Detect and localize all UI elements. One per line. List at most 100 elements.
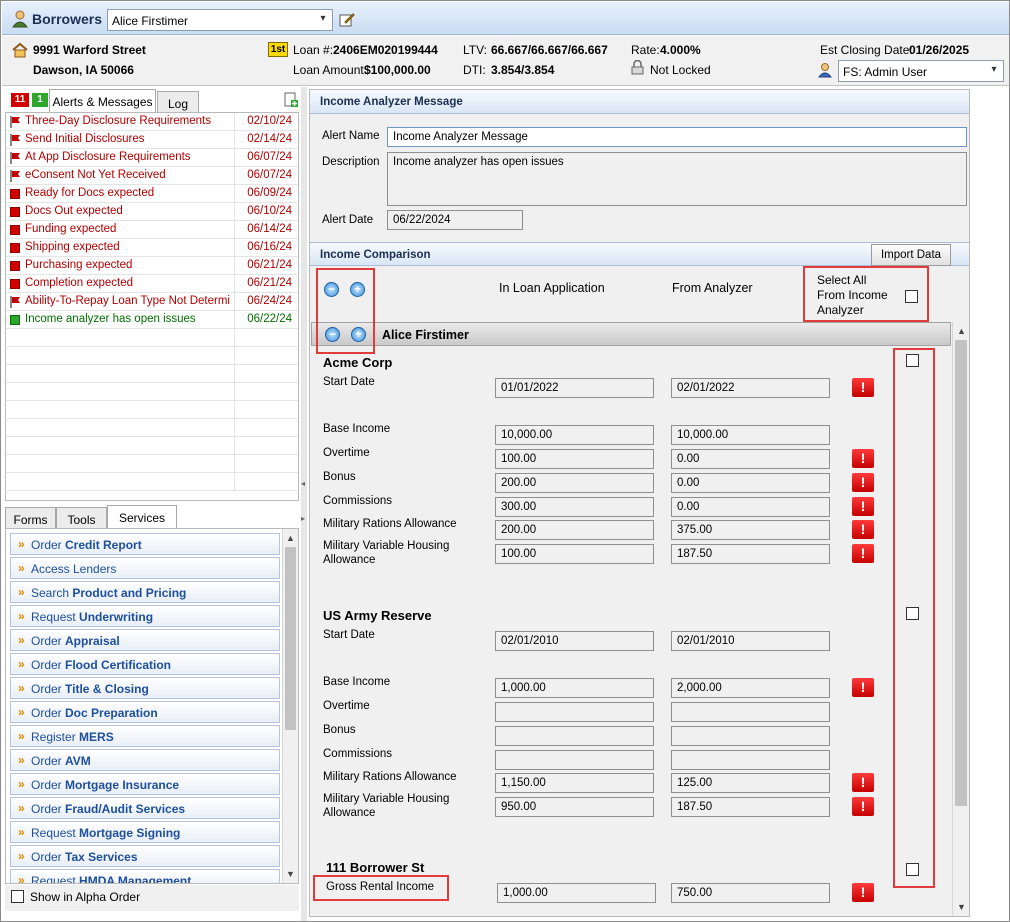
warning-icon[interactable]: ! [852,449,874,468]
warning-icon[interactable]: ! [852,883,874,902]
scroll-up-icon[interactable]: ▲ [957,326,966,336]
panel-splitter[interactable]: ◂ ▸ [301,87,307,921]
list-item[interactable]: Three-Day Disclosure Requirements 02/10/2… [6,113,298,131]
warning-icon[interactable]: ! [852,378,874,397]
alpha-order-checkbox[interactable] [11,890,24,903]
loan-app-field[interactable]: 200.00 [495,520,654,540]
service-mers-link[interactable]: » Register MERS [10,725,280,747]
collapse-arrow-icon[interactable]: ◂ [301,479,305,488]
list-item[interactable]: Docs Out expected 06/10/24 [6,203,298,221]
list-item[interactable]: Shipping expected 06/16/24 [6,239,298,257]
list-item[interactable]: Funding expected 06/14/24 [6,221,298,239]
tab-forms[interactable]: Forms [5,507,56,529]
import-data-button[interactable]: Import Data [871,244,951,266]
analyzer-field[interactable]: 0.00 [671,449,830,469]
analyzer-field[interactable]: 0.00 [671,473,830,493]
analyzer-field[interactable]: 187.50 [671,797,830,817]
double-chevron-icon: » [18,537,25,551]
tab-tools[interactable]: Tools [56,507,107,529]
loan-app-field[interactable]: 02/01/2010 [495,631,654,651]
loan-app-field[interactable] [495,702,654,722]
double-chevron-icon: » [18,705,25,719]
service-doc-preparation-link[interactable]: » Order Doc Preparation [10,701,280,723]
analyzer-field[interactable] [671,750,830,770]
list-item[interactable]: At App Disclosure Requirements 06/07/24 [6,149,298,167]
tab-services[interactable]: Services [107,505,177,529]
scrollbar-thumb[interactable] [955,340,967,806]
service-avm-link[interactable]: » Order AVM [10,749,280,771]
analyzer-field[interactable]: 10,000.00 [671,425,830,445]
scroll-down-icon[interactable]: ▼ [286,869,295,879]
service-tax-services-link[interactable]: » Order Tax Services [10,845,280,867]
loan-app-field[interactable]: 01/01/2022 [495,378,654,398]
warning-icon[interactable]: ! [852,473,874,492]
loan-app-field[interactable]: 1,000.00 [497,883,656,903]
add-document-icon[interactable] [284,92,298,108]
alert-name-field[interactable]: Income Analyzer Message [387,127,967,147]
list-item[interactable]: eConsent Not Yet Received 06/07/24 [6,167,298,185]
service-underwriting-link[interactable]: » Request Underwriting [10,605,280,627]
list-item[interactable]: Ready for Docs expected 06/09/24 [6,185,298,203]
service-title-closing-link[interactable]: » Order Title & Closing [10,677,280,699]
tab-alerts-messages[interactable]: Alerts & Messages [49,89,156,113]
service-hmda-management-link[interactable]: » Request HMDA Management [10,869,280,883]
warning-icon[interactable]: ! [852,497,874,516]
analyzer-field[interactable]: 02/01/2010 [671,631,830,651]
service-mortgage-insurance-link[interactable]: » Order Mortgage Insurance [10,773,280,795]
loan-app-field[interactable]: 950.00 [495,797,654,817]
loan-app-field[interactable]: 300.00 [495,497,654,517]
analyzer-field[interactable]: 02/01/2022 [671,378,830,398]
loan-app-field[interactable] [495,750,654,770]
loan-app-field[interactable]: 1,000.00 [495,678,654,698]
scrollbar-thumb[interactable] [285,547,296,730]
scroll-up-icon[interactable]: ▲ [286,533,295,543]
service-appraisal-link[interactable]: » Order Appraisal [10,629,280,651]
list-item[interactable]: Ability-To-Repay Loan Type Not Determine… [6,293,298,311]
warning-icon[interactable]: ! [852,797,874,816]
service-credit-report-link[interactable]: » Order Credit Report [10,533,280,555]
description-field[interactable]: Income analyzer has open issues [387,152,967,206]
warning-icon[interactable]: ! [852,773,874,792]
scroll-down-icon[interactable]: ▼ [957,902,966,912]
red-flag-icon [10,116,20,128]
loan-app-field[interactable]: 1,150.00 [495,773,654,793]
ltv-label: LTV: [463,43,488,57]
list-item[interactable]: Income analyzer has open issues 06/22/24 [6,311,298,329]
analyzer-field[interactable] [671,726,830,746]
loan-app-field[interactable]: 100.00 [495,544,654,564]
list-item[interactable]: Completion expected 06/21/24 [6,275,298,293]
analyzer-field[interactable] [671,702,830,722]
comparison-scrollbar[interactable]: ▲ ▼ [952,322,969,916]
warning-icon[interactable]: ! [852,544,874,563]
analyzer-field[interactable]: 375.00 [671,520,830,540]
warning-icon[interactable]: ! [852,520,874,539]
warning-icon[interactable]: ! [852,678,874,697]
borrower-select[interactable]: Alice Firstimer ▾ [107,9,333,31]
tab-log[interactable]: Log [157,91,199,113]
user-select[interactable]: FS: Admin User ▾ [838,60,1004,82]
loan-app-field[interactable] [495,726,654,746]
house-icon [12,42,28,58]
service-product-and-pricing-link[interactable]: » Search Product and Pricing [10,581,280,603]
analyzer-field[interactable]: 2,000.00 [671,678,830,698]
loan-app-field[interactable]: 10,000.00 [495,425,654,445]
loan-app-field[interactable]: 200.00 [495,473,654,493]
employer-name: 111 Borrower St [326,860,425,875]
loan-summary-bar: 9991 Warford Street Dawson, IA 50066 1st… [2,36,1009,86]
service-fraud-audit-services-link[interactable]: » Order Fraud/Audit Services [10,797,280,819]
service-mortgage-signing-link[interactable]: » Request Mortgage Signing [10,821,280,843]
analyzer-field[interactable]: 187.50 [671,544,830,564]
service-flood-certification-link[interactable]: » Order Flood Certification [10,653,280,675]
services-scrollbar[interactable]: ▲ ▼ [282,529,298,883]
list-item[interactable]: Send Initial Disclosures 02/14/24 [6,131,298,149]
alert-date-field[interactable]: 06/22/2024 [387,210,523,230]
loan-app-field[interactable]: 100.00 [495,449,654,469]
analyzer-field[interactable]: 750.00 [671,883,830,903]
analyzer-field[interactable]: 125.00 [671,773,830,793]
edit-icon[interactable] [339,12,355,28]
service-access-lenders-link[interactable]: » Access Lenders [10,557,280,579]
empty-row [6,419,298,437]
analyzer-field[interactable]: 0.00 [671,497,830,517]
expand-arrow-icon[interactable]: ▸ [301,514,305,523]
list-item[interactable]: Purchasing expected 06/21/24 [6,257,298,275]
